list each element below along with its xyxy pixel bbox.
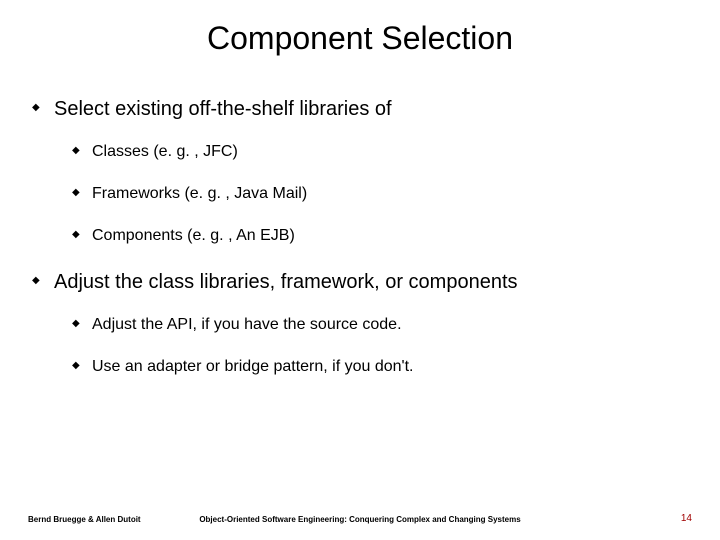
bullet-level2: Use an adapter or bridge pattern, if you… xyxy=(72,358,688,376)
slide-title: Component Selection xyxy=(0,20,720,57)
footer-title: Object-Oriented Software Engineering: Co… xyxy=(0,515,720,524)
bullet-level1: Adjust the class libraries, framework, o… xyxy=(32,271,688,294)
slide: Component Selection Select existing off-… xyxy=(0,0,720,540)
page-number: 14 xyxy=(681,513,692,524)
slide-content: Select existing off-the-shelf libraries … xyxy=(32,98,688,402)
bullet-level2: Adjust the API, if you have the source c… xyxy=(72,316,688,334)
bullet-level2: Frameworks (e. g. , Java Mail) xyxy=(72,185,688,203)
bullet-level2: Components (e. g. , An EJB) xyxy=(72,227,688,245)
bullet-level1: Select existing off-the-shelf libraries … xyxy=(32,98,688,121)
bullet-group: Classes (e. g. , JFC) Frameworks (e. g. … xyxy=(72,143,688,245)
bullet-level2: Classes (e. g. , JFC) xyxy=(72,143,688,161)
bullet-group: Adjust the API, if you have the source c… xyxy=(72,316,688,376)
